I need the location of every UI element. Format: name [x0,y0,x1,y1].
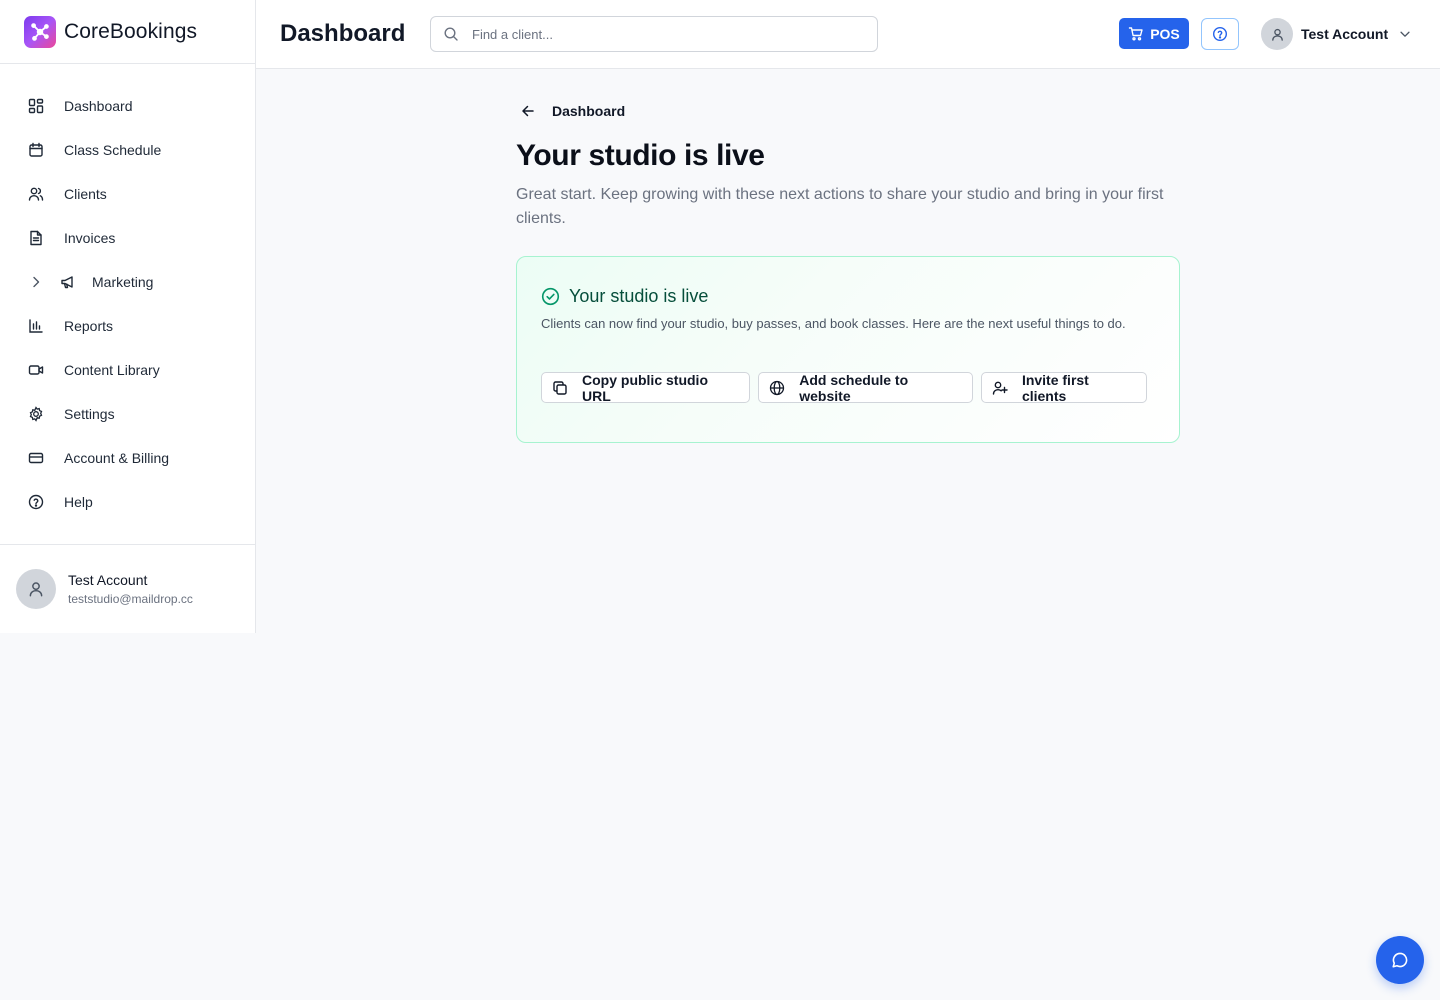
sidebar-item-dashboard[interactable]: Dashboard [0,84,255,128]
chevron-down-icon [1398,27,1412,41]
brand-logo-icon [24,15,56,48]
sidebar-item-label: Dashboard [64,98,133,114]
user-icon [29,582,43,597]
credit-card-icon [28,450,44,466]
sidebar-item-settings[interactable]: Settings [0,392,255,436]
globe-icon [769,380,785,396]
brand[interactable]: CoreBookings [0,0,255,64]
check-circle-icon [541,287,560,306]
card-header: Your studio is live [541,286,1155,306]
pos-button-label: POS [1150,25,1180,42]
card-text: Clients can now find your studio, buy pa… [541,316,1126,331]
invite-first-clients-label: Invite first clients [1021,371,1089,404]
main-content: Dashboard Your studio is live Great star… [516,100,1180,443]
dashboard-grid-icon [28,98,44,114]
sidebar-item-invoices[interactable]: Invoices [0,216,255,260]
sidebar-item-label: Invoices [64,230,116,246]
client-search[interactable] [430,16,878,52]
sidebar-item-reports[interactable]: Reports [0,304,255,348]
sidebar-user-name: Test Account [68,572,148,588]
users-icon [28,186,44,202]
help-circle-icon [28,494,44,510]
arrow-left-icon [520,103,536,119]
shopping-cart-icon [1128,26,1144,42]
sidebar-item-label: Settings [64,406,115,422]
copy-public-url-button[interactable]: Copy public studio URL [541,371,751,404]
document-icon [28,230,44,246]
copy-public-url-label: Copy public studio URL [582,371,708,404]
sidebar-item-label: Clients [64,186,107,202]
sidebar-user-info: Test Account teststudio@maildrop.cc [68,572,193,606]
search-input[interactable] [472,26,852,42]
chevron-right-icon[interactable] [28,274,44,290]
help-circle-icon [1212,26,1228,42]
add-schedule-label: Add schedule to website [799,371,909,404]
page-lead: Great start. Keep growing with these nex… [516,186,1164,227]
bar-chart-icon [28,318,44,334]
page-title: Dashboard [280,20,406,47]
avatar [16,569,56,609]
account-menu[interactable]: Test Account [1261,18,1412,50]
user-icon [1271,28,1283,41]
search-icon [443,26,459,42]
sidebar-item-label: Content Library [64,362,160,378]
sidebar-nav: Dashboard Class Schedule Clients Invoice… [0,64,255,524]
sidebar-item-class-schedule[interactable]: Class Schedule [0,128,255,172]
chat-bubble-icon [1391,951,1409,969]
video-icon [28,362,44,378]
card-actions: Copy public studio URL Add schedule to w… [541,371,1155,404]
sidebar-user-email: teststudio@maildrop.cc [68,592,193,606]
gear-icon [28,406,44,422]
brand-name: CoreBookings [64,19,198,43]
account-name: Test Account [1301,26,1389,42]
sidebar-item-marketing[interactable]: Marketing [0,260,255,304]
avatar [1261,18,1293,50]
invite-first-clients-button[interactable]: Invite first clients [980,371,1147,404]
pos-button[interactable]: POS [1119,18,1189,49]
calendar-icon [28,142,44,158]
sidebar-item-label: Account & Billing [64,450,170,466]
add-schedule-to-website-button[interactable]: Add schedule to website [758,371,973,404]
sidebar-item-content-library[interactable]: Content Library [0,348,255,392]
page-heading: Your studio is live [516,139,765,172]
chat-launcher-button[interactable] [1376,936,1424,984]
copy-icon [552,380,568,396]
studio-live-card: Your studio is live Clients can now find… [516,256,1180,443]
back-link-label: Dashboard [552,103,626,119]
back-link[interactable]: Dashboard [516,100,1180,122]
sidebar-item-label: Marketing [92,274,154,290]
sidebar-item-label: Help [64,494,93,510]
card-title: Your studio is live [569,285,709,306]
sidebar-item-clients[interactable]: Clients [0,172,255,216]
sidebar: CoreBookings Dashboard Class Schedule Cl… [0,0,256,633]
megaphone-icon [60,274,76,290]
user-plus-icon [992,380,1008,396]
sidebar-item-label: Class Schedule [64,142,162,158]
help-button[interactable] [1201,18,1239,50]
sidebar-item-account-billing[interactable]: Account & Billing [0,436,255,480]
sidebar-item-label: Reports [64,318,114,334]
sidebar-user[interactable]: Test Account teststudio@maildrop.cc [0,544,255,633]
top-header: Dashboard POS Test Account [256,0,1440,69]
sidebar-item-help[interactable]: Help [0,480,255,524]
